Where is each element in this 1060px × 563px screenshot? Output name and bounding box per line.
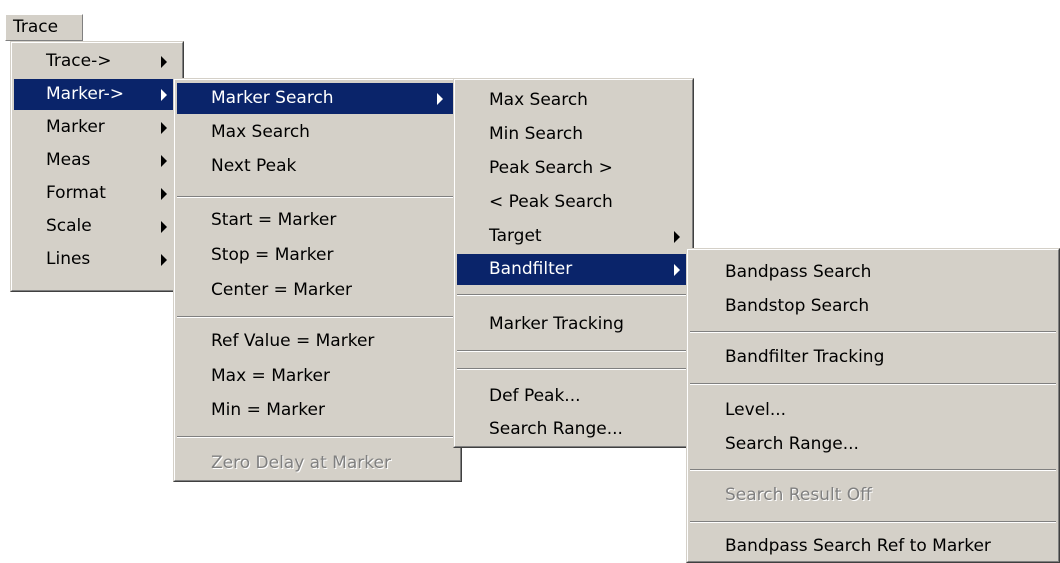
menu-item-scale[interactable]: Scale: [14, 211, 180, 242]
menu-item-ref-value-marker[interactable]: Ref Value = Marker: [177, 326, 458, 357]
menu-item-label: Center = Marker: [211, 280, 353, 300]
menu-item-label: Def Peak...: [489, 386, 581, 406]
menu-separator: [177, 196, 458, 198]
menu-item-trace-submenu[interactable]: Trace->: [14, 46, 180, 77]
menu-item-lines[interactable]: Lines: [14, 244, 180, 275]
menu-item-next-peak[interactable]: Next Peak: [177, 151, 458, 182]
menu-item-zero-delay-at-marker[interactable]: Zero Delay at Marker: [177, 448, 458, 479]
menu-item-center-marker[interactable]: Center = Marker: [177, 275, 458, 306]
menu-item-label: Bandfilter Tracking: [725, 347, 885, 367]
menu-item-bandstop-search[interactable]: Bandstop Search: [690, 291, 1056, 322]
menu-item-label: Marker: [46, 117, 105, 137]
marker-submenu: Marker Search Max Search Next Peak Start…: [173, 78, 462, 482]
menu-item-search-result-off[interactable]: Search Result Off: [690, 480, 1056, 511]
menu-item-label: Marker Search: [211, 88, 334, 108]
menu-item-min-marker[interactable]: Min = Marker: [177, 395, 458, 426]
menu-item-target[interactable]: Target: [457, 221, 690, 252]
submenu-arrow-icon: [161, 188, 167, 200]
submenu-arrow-icon: [161, 254, 167, 266]
menu-item-label: Peak Search >: [489, 158, 613, 178]
submenu-arrow-icon: [161, 56, 167, 68]
bandfilter-submenu: Bandpass Search Bandstop Search Bandfilt…: [686, 248, 1060, 563]
menu-item-peak-search-right[interactable]: Peak Search >: [457, 153, 690, 184]
menu-item-label: Search Range...: [725, 434, 859, 454]
menu-item-label: Trace->: [46, 51, 112, 71]
menu-separator: [177, 316, 458, 318]
menu-item-label: < Peak Search: [489, 192, 613, 212]
menu-separator: [690, 383, 1056, 385]
menu-item-bandpass-search[interactable]: Bandpass Search: [690, 257, 1056, 288]
menu-separator: [690, 521, 1056, 523]
menu-item-label: Target: [489, 226, 542, 246]
menu-separator: [177, 436, 458, 438]
menu-item-label: Marker->: [46, 84, 125, 104]
menu-item-label: Level...: [725, 400, 787, 420]
menu-item-stop-marker[interactable]: Stop = Marker: [177, 240, 458, 271]
menu-separator: [457, 350, 690, 352]
menu-item-format[interactable]: Format: [14, 178, 180, 209]
menu-item-label: Max = Marker: [211, 366, 330, 386]
menu-item-label: Start = Marker: [211, 210, 337, 230]
menu-item-label: Next Peak: [211, 156, 297, 176]
menu-item-label: Meas: [46, 150, 91, 170]
menu-item-label: Bandfilter: [489, 259, 573, 279]
menu-item-label: Max Search: [489, 90, 588, 110]
menu-item-def-peak[interactable]: Def Peak...: [457, 381, 690, 412]
menu-item-min-search[interactable]: Min Search: [457, 119, 690, 150]
menu-item-max-search[interactable]: Max Search: [457, 85, 690, 116]
marker-search-submenu: Max Search Min Search Peak Search > < Pe…: [453, 78, 694, 448]
menu-item-label: Scale: [46, 216, 92, 236]
menu-item-label: Stop = Marker: [211, 245, 334, 265]
menu-item-label: Bandpass Search: [725, 262, 872, 282]
menu-item-start-marker[interactable]: Start = Marker: [177, 205, 458, 236]
menu-item-peak-search-left[interactable]: < Peak Search: [457, 187, 690, 218]
menu-item-marker[interactable]: Marker: [14, 112, 180, 143]
menu-item-label: Search Result Off: [725, 485, 872, 505]
submenu-arrow-icon: [161, 89, 167, 101]
menu-item-marker-tracking[interactable]: Marker Tracking: [457, 309, 690, 340]
submenu-arrow-icon: [674, 264, 680, 276]
submenu-arrow-icon: [161, 221, 167, 233]
menu-item-label: Ref Value = Marker: [211, 331, 375, 351]
menu-separator: [457, 294, 690, 296]
menu-item-search-range[interactable]: Search Range...: [690, 429, 1056, 460]
trace-menu-button[interactable]: Trace: [5, 14, 83, 41]
menu-item-search-range[interactable]: Search Range...: [457, 414, 690, 445]
menu-item-label: Lines: [46, 249, 91, 269]
menu-item-marker-search[interactable]: Marker Search: [177, 83, 458, 114]
menu-item-label: Min = Marker: [211, 400, 325, 420]
submenu-arrow-icon: [161, 155, 167, 167]
menu-item-bandfilter[interactable]: Bandfilter: [457, 254, 690, 285]
menu-item-level[interactable]: Level...: [690, 395, 1056, 426]
menu-item-label: Max Search: [211, 122, 310, 142]
menu-item-max-search[interactable]: Max Search: [177, 117, 458, 148]
menu-item-bandpass-search-ref-to-marker[interactable]: Bandpass Search Ref to Marker: [690, 531, 1056, 562]
menu-item-label: Zero Delay at Marker: [211, 453, 391, 473]
menu-item-label: Bandstop Search: [725, 296, 870, 316]
menu-item-label: Min Search: [489, 124, 583, 144]
trace-menu: Trace-> Marker-> Marker Meas Format Scal…: [10, 41, 184, 292]
menu-item-label: Search Range...: [489, 419, 623, 439]
menu-item-marker-submenu[interactable]: Marker->: [14, 79, 180, 110]
submenu-arrow-icon: [437, 93, 443, 105]
menu-item-label: Marker Tracking: [489, 314, 624, 334]
menu-item-meas[interactable]: Meas: [14, 145, 180, 176]
menu-separator: [457, 368, 690, 370]
menu-item-max-marker[interactable]: Max = Marker: [177, 361, 458, 392]
submenu-arrow-icon: [674, 231, 680, 243]
menu-separator: [690, 331, 1056, 333]
screen: Trace Trace-> Marker-> Marker Meas Forma…: [0, 0, 1060, 563]
menu-item-label: Bandpass Search Ref to Marker: [725, 536, 991, 556]
menu-item-bandfilter-tracking[interactable]: Bandfilter Tracking: [690, 342, 1056, 373]
submenu-arrow-icon: [161, 122, 167, 134]
menu-separator: [690, 469, 1056, 471]
menu-item-label: Format: [46, 183, 106, 203]
